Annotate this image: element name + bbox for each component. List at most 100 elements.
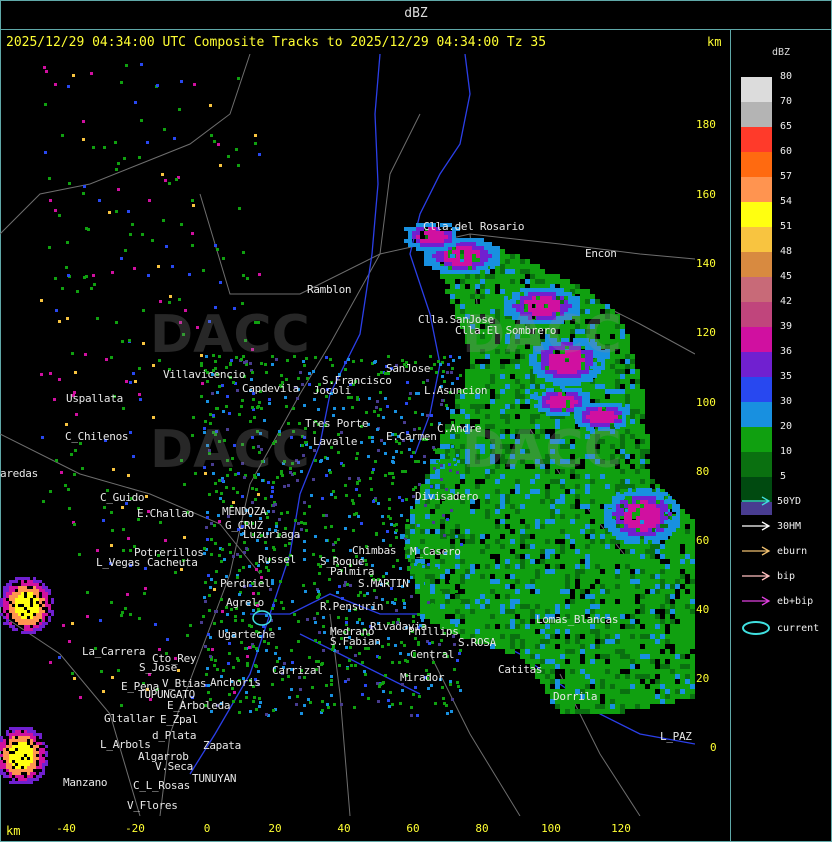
legend-swatch <box>741 277 772 302</box>
legend-swatch <box>741 202 772 227</box>
place-label: La_Carrera <box>82 645 146 658</box>
watermark: DACC <box>150 420 310 480</box>
place-label: V_Flores <box>127 799 178 812</box>
place-label: E_Zpal <box>160 713 198 726</box>
place-label: Manzano <box>63 776 108 789</box>
legend-track-label: 30HM <box>777 521 802 532</box>
place-label: Ugarteche <box>218 628 275 641</box>
place-label: C_Guido <box>100 491 145 504</box>
place-label: aredas <box>0 467 38 480</box>
legend-swatch-label: 57 <box>780 171 793 182</box>
place-label: TUNUYAN <box>192 772 237 785</box>
y-tick: 80 <box>696 465 710 478</box>
track-arrow-icon <box>742 571 771 581</box>
place-label: Gltallar <box>104 712 155 725</box>
legend-swatch <box>741 227 772 252</box>
place-label: Jocoli <box>313 384 351 397</box>
legend-swatch-label: 70 <box>780 96 793 107</box>
legend-swatch-label: 54 <box>780 196 793 207</box>
x-tick: 40 <box>337 822 351 835</box>
legend-swatch-label: 39 <box>780 321 793 332</box>
place-label: E_Arboleda <box>167 699 231 712</box>
legend-swatch <box>741 352 772 377</box>
y-tick: 0 <box>710 741 717 754</box>
legend-swatch <box>741 77 772 102</box>
place-label: C.Andre <box>437 422 482 435</box>
place-label: Central <box>410 648 455 661</box>
legend-swatch <box>741 252 772 277</box>
legend-swatch <box>741 152 772 177</box>
place-label: Lavalle <box>313 435 358 448</box>
track-arrow-icon <box>742 496 771 506</box>
place-label: Tres Porte <box>305 417 369 430</box>
place-label: L_PAZ <box>660 730 692 743</box>
place-label: Clla.El Sombrero <box>455 324 557 337</box>
legend-track-item: 30HM <box>741 521 801 532</box>
place-label: Anchoris <box>210 676 261 689</box>
legend-track-label: 50YD <box>777 496 802 507</box>
y-tick: 100 <box>696 396 716 409</box>
place-label: SanJose <box>386 362 431 375</box>
legend-swatch <box>741 177 772 202</box>
place-label: Perdriel <box>220 577 271 590</box>
header-title: 2025/12/29 04:34:00 UTC Composite Tracks… <box>6 35 547 50</box>
y-axis-unit: km <box>707 35 722 49</box>
legend-swatch <box>741 127 772 152</box>
y-tick: 20 <box>696 672 710 685</box>
place-label: Russel <box>258 553 296 566</box>
legend-swatch <box>741 427 772 452</box>
place-label: Cacheuta <box>147 556 198 569</box>
current-ellipse-icon <box>742 621 770 635</box>
legend-track-item: 50YD <box>741 496 801 507</box>
legend-swatch <box>741 302 772 327</box>
legend-swatch-label: 48 <box>780 246 793 257</box>
legend-swatch-label: 20 <box>780 421 793 432</box>
place-label: MENDOZA <box>222 505 267 518</box>
place-label: Palmira <box>330 565 375 578</box>
legend-swatch <box>741 402 772 427</box>
legend-swatch-label: 36 <box>780 346 793 357</box>
watermark: DACC <box>150 305 310 365</box>
top-title: dBZ <box>404 6 428 21</box>
place-label: Phillips <box>408 625 459 638</box>
legend-track-item: eb+bip <box>741 596 813 607</box>
place-label: L_Vegas <box>96 556 141 569</box>
track-arrow-icon <box>742 596 771 606</box>
place-label: M_Casero <box>410 545 461 558</box>
place-label: Luzuriaga <box>243 528 300 541</box>
legend-swatch <box>741 452 772 477</box>
place-label: Mirador <box>400 671 445 684</box>
x-tick: -20 <box>125 822 145 835</box>
legend-swatch-label: 80 <box>780 71 793 82</box>
place-label: Uspallata <box>66 392 123 405</box>
y-tick: 120 <box>696 326 716 339</box>
place-label: Catitas <box>498 663 543 676</box>
place-label: Ramblon <box>307 283 352 296</box>
legend-swatch-label: 10 <box>780 446 793 457</box>
place-label: Capdevila <box>242 382 299 395</box>
place-label: R.Pensurin <box>320 600 384 613</box>
legend-swatch-label: 51 <box>780 221 793 232</box>
legend-swatch-label: 30 <box>780 396 793 407</box>
legend-swatch-label: 5 <box>780 471 787 482</box>
x-tick: -40 <box>56 822 76 835</box>
place-label: V.Seca <box>155 760 193 773</box>
track-arrow-icon <box>742 521 771 531</box>
place-label: S.Fabian <box>330 635 381 648</box>
legend-track-label: bip <box>777 571 796 582</box>
x-tick: 60 <box>406 822 420 835</box>
watermark: DACC <box>462 420 622 480</box>
legend-track-label: eb+bip <box>777 596 814 607</box>
place-label: C_Chilenos <box>65 430 129 443</box>
place-label: S.MARTIN <box>358 577 409 590</box>
y-tick: 60 <box>696 534 710 547</box>
legend-track-label: current <box>777 623 820 634</box>
place-label: L.Asuncion <box>424 384 488 397</box>
place-label: E.Challao <box>137 507 194 520</box>
place-label: S_Jose <box>139 661 177 674</box>
track-arrow-icon <box>742 546 771 556</box>
legend-track-item: bip <box>741 571 795 582</box>
place-label: d_Plata <box>152 729 197 742</box>
x-tick: 20 <box>268 822 282 835</box>
legend-swatch-label: 65 <box>780 121 793 132</box>
